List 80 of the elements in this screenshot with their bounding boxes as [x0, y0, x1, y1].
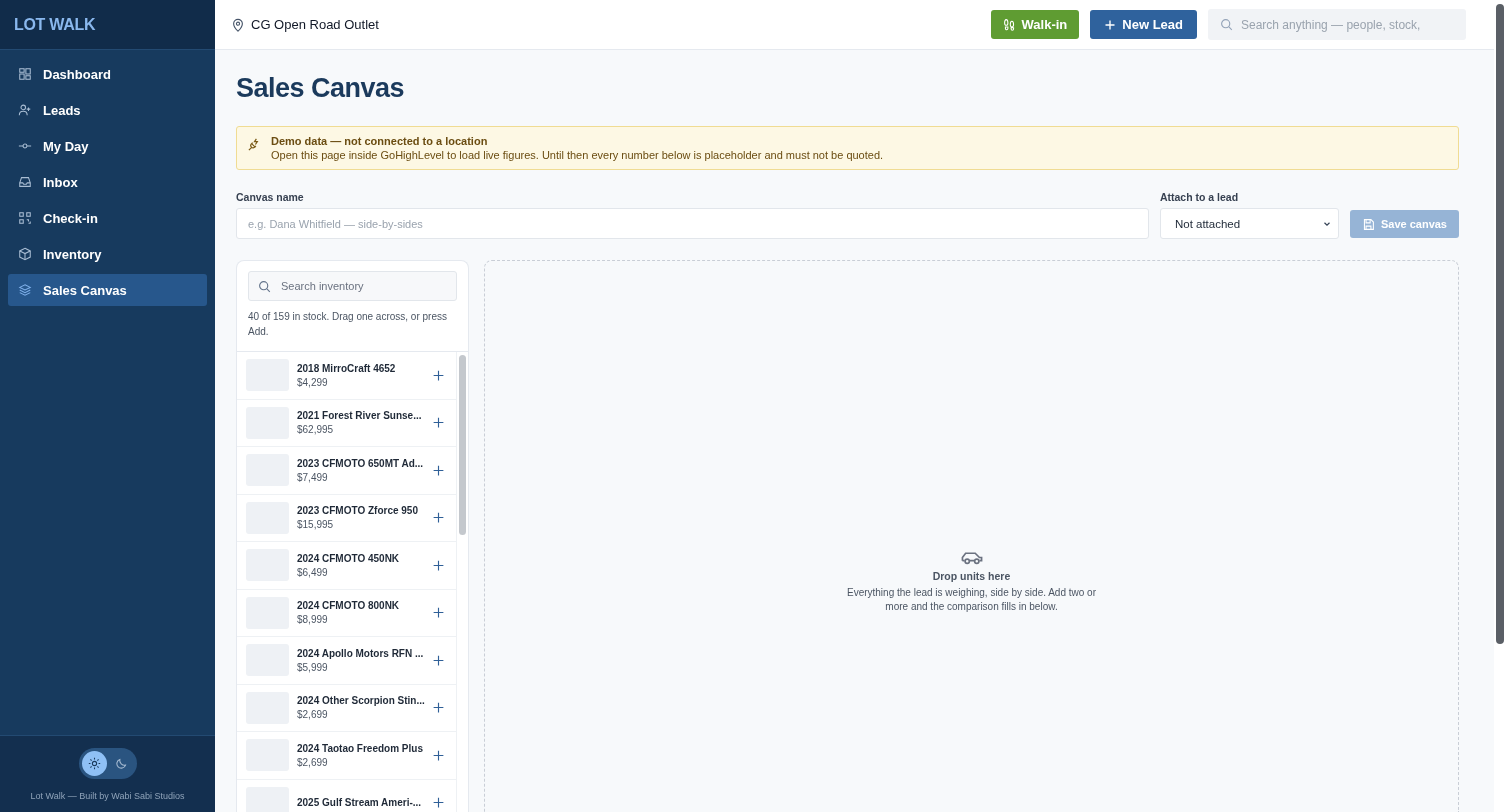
stock-unit-row[interactable]: 2023 CFMOTO 650MT Ad... $7,499	[237, 447, 456, 495]
stock-unit-row[interactable]: 2024 CFMOTO 450NK $6,499	[237, 542, 456, 590]
unit-name: 2021 Forest River Sunse...	[297, 410, 422, 422]
stock-unit-row[interactable]: 2021 Forest River Sunse... $62,995	[237, 399, 456, 447]
plus-icon	[432, 701, 445, 715]
page-scrollbar-thumb[interactable]	[1496, 4, 1504, 644]
stock-unit-row[interactable]: 2018 MirroCraft 4652 $4,299	[237, 352, 456, 400]
nav-item[interactable]: Sales Canvas	[8, 274, 207, 306]
drop-zone-text: Everything the lead is weighing, side by side. Add two or more and the comparison fills in below.	[845, 586, 1097, 614]
plus-icon	[432, 796, 445, 810]
plus-icon	[432, 368, 445, 382]
stock-unit-row[interactable]: 2024 Taotao Freedom Plus $2,699	[237, 732, 456, 780]
plus-icon	[432, 511, 445, 525]
save-icon	[1361, 217, 1375, 231]
unit-price: $8,999	[297, 614, 329, 626]
inventory-search-field[interactable]: Search inventory	[248, 271, 457, 301]
unit-price: $62,995	[297, 424, 335, 436]
location-pin-icon	[231, 17, 245, 32]
plus-icon	[432, 558, 445, 572]
grid-icon	[18, 67, 32, 81]
unit-name: 2023 CFMOTO 650MT Ad...	[297, 457, 422, 469]
stock-unit-row[interactable]: 2024 CFMOTO 800NK $8,999	[237, 589, 456, 637]
global-search-field[interactable]: Search anything — people, stock,	[1208, 9, 1466, 40]
unit-price: $2,699	[297, 756, 329, 768]
unit-name: 2024 CFMOTO 450NK	[297, 552, 401, 564]
lead-select[interactable]: Not attached	[1159, 208, 1339, 239]
field-label: Attach to a lead	[1159, 191, 1240, 203]
moon-icon	[114, 756, 128, 770]
unit-name: 2023 CFMOTO Zforce 950	[297, 505, 419, 517]
drop-zone[interactable]: Drop units here Everything the lead is weighing, side by side. Add two or more and the comparison fills in below.	[484, 260, 1459, 812]
nav-item[interactable]: Leads	[8, 94, 207, 126]
unit-name: 2025 Gulf Stream Ameri-...	[297, 797, 422, 809]
search-icon	[1220, 18, 1233, 31]
unit-price: $6,499	[297, 566, 329, 578]
user-plus-icon	[18, 103, 32, 117]
qr-icon	[18, 211, 32, 225]
scrollbar-thumb[interactable]	[459, 355, 466, 535]
plus-icon	[1104, 18, 1117, 31]
field-label: Canvas name	[236, 191, 305, 203]
drop-zone-title: Drop units here	[932, 570, 1011, 582]
notice-text: Open this page inside GoHighLevel to load live figures. Until then every number below is placeholder and must not be quoted.	[271, 149, 884, 161]
canvas-name-field[interactable]: e.g. Dana Whitfield — side-by-sides	[236, 208, 1149, 239]
nav-item[interactable]: Inventory	[8, 238, 207, 270]
inbox-icon	[18, 175, 32, 189]
plus-icon	[432, 606, 445, 620]
location-name[interactable]: CG Open Road Outlet	[251, 17, 379, 32]
unit-name: 2024 Taotao Freedom Plus	[297, 742, 422, 754]
plus-icon	[432, 653, 445, 667]
unit-price: $15,995	[297, 519, 335, 531]
search-icon	[258, 279, 271, 293]
new-lead-button[interactable]: New Lead	[1090, 10, 1197, 39]
nav-item[interactable]: Check-in	[8, 202, 207, 234]
nav-item[interactable]: Inbox	[8, 166, 207, 198]
unit-price: $2,699	[297, 709, 329, 721]
unit-name: 2024 CFMOTO 800NK	[297, 600, 401, 612]
plus-icon	[432, 748, 445, 762]
app-logo[interactable]: LOT WALK	[14, 15, 96, 34]
unit-price: $5,999	[297, 661, 329, 673]
unit-price: $7,499	[297, 471, 329, 483]
page-title: Sales Canvas	[236, 72, 406, 105]
layers-icon	[18, 283, 32, 297]
stock-unit-row[interactable]: 2025 Gulf Stream Ameri-...	[237, 779, 456, 812]
unit-name: 2024 Apollo Motors RFN ...	[297, 647, 422, 659]
nav-item[interactable]: My Day	[8, 130, 207, 162]
light-mode-button[interactable]	[81, 750, 107, 776]
stock-unit-row[interactable]: 2023 CFMOTO Zforce 950 $15,995	[237, 494, 456, 542]
stock-count-text: 40 of 159 in stock. Drag one across, or press Add.	[248, 310, 448, 339]
plus-icon	[432, 463, 445, 477]
unit-name: 2024 Other Scorpion Stin...	[297, 695, 422, 707]
nav-item[interactable]: Dashboard	[8, 58, 207, 90]
notice-title: Demo data — not connected to a location	[271, 135, 489, 147]
box-icon	[18, 247, 32, 261]
footer-text: Lot Walk — Built by Wabi Sabi Studios	[30, 790, 185, 801]
plus-icon	[432, 416, 445, 430]
sun-icon	[87, 756, 101, 770]
stock-unit-row[interactable]: 2024 Apollo Motors RFN ... $5,999	[237, 637, 456, 685]
unit-name: 2018 MirroCraft 4652	[297, 362, 397, 374]
footprints-icon	[1002, 18, 1016, 31]
unit-price: $4,299	[297, 376, 329, 388]
stock-unit-row[interactable]: 2024 Other Scorpion Stin... $2,699	[237, 684, 456, 732]
